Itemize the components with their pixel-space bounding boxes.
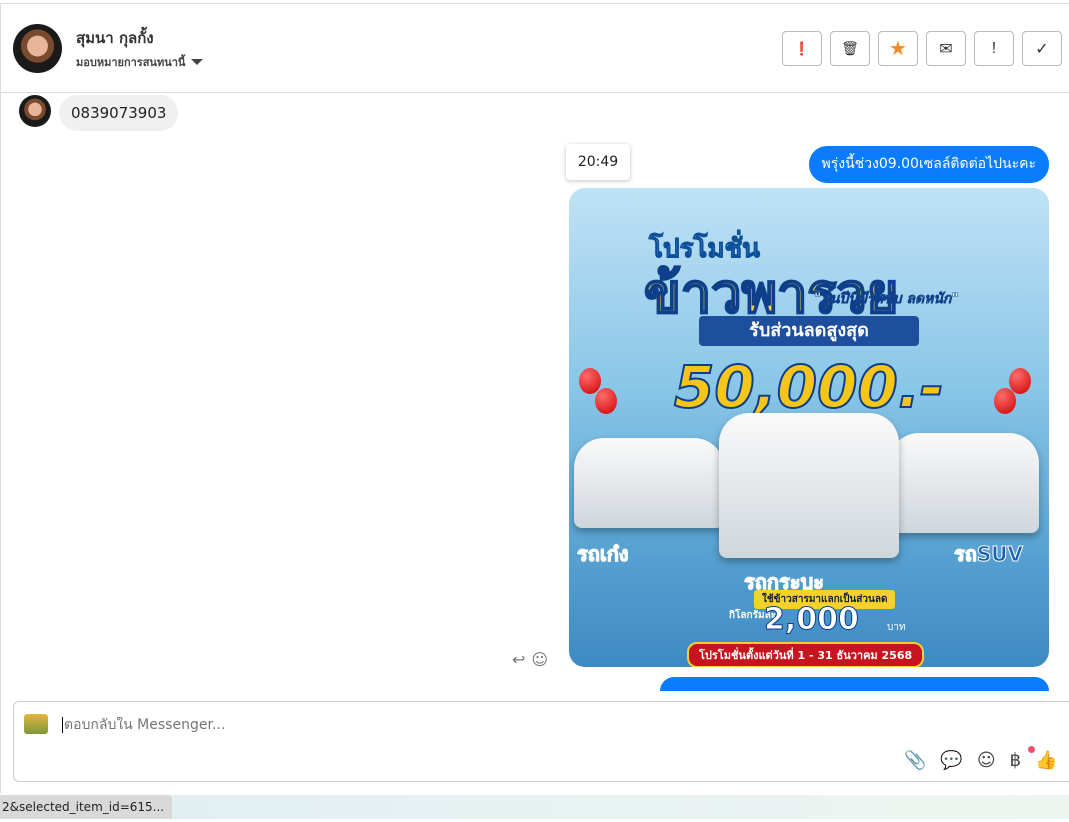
paperclip-icon[interactable]: 📎 [904,750,926,771]
balloon-icon [579,368,601,394]
poster-per-kg-value: 2,000 [764,602,860,638]
smiley-icon[interactable]: ☺ [977,750,996,771]
assign-conversation-dropdown[interactable]: มอบหมายการสนทนานี้ [76,53,204,71]
sender-avatar [19,95,51,127]
baht-icon[interactable]: ฿ [1010,750,1021,771]
star-icon: ★ [889,38,907,60]
promo-image-attachment[interactable]: โปรโมชั่น ข้าวพารวย "สิ้นปีนี้มีรถขับ ลด… [569,188,1049,667]
poster-tagline: "สิ้นปีนี้มีรถขับ ลดหนัก" [814,291,959,308]
reply-icon[interactable]: ↩ [512,650,525,669]
poster-sedan-label: รถเก๋ง [577,542,630,567]
status-url: 2&selected_item_id=615... [0,795,173,819]
outgoing-message: พรุ่งนี้ช่วง09.00เซลล์ติดต่อไปนะคะ [808,146,1049,183]
assign-label: มอบหมายการสนทนานี้ [76,56,186,69]
poster-baht: บาท [887,622,906,633]
pickup-truck-image [719,413,899,558]
mark-spam-button[interactable]: ❗ [782,31,822,66]
sedan-car-image [574,438,724,528]
notification-dot [1028,746,1035,753]
incoming-message: 0839073903 [59,95,179,131]
suv-car-image [889,433,1039,533]
thumbs-up-icon[interactable]: 👍 [1035,750,1057,771]
caret-down-icon [191,59,204,65]
conversation-header: สุมนา กุลกั้ง มอบหมายการสนทนานี้ ❗ 🗑 ★ ✉… [0,4,1069,93]
envelope-icon: ✉ [939,40,953,58]
page-logo [24,714,48,734]
poster-discount-label: รับส่วนลดสูงสุด [699,316,919,346]
react-smiley-icon[interactable]: ☺ [531,650,548,669]
reply-composer: 📎 💬 ☺ ฿ 👍 [13,701,1069,782]
star-button[interactable]: ★ [878,31,918,66]
poster-suv-label: รถSUV [954,542,1024,567]
contact-name: สุมนา กุลกั้ง [76,29,154,47]
alert-circle-icon: ❗ [793,40,811,56]
mark-done-button[interactable]: ✓ [1022,31,1062,66]
trash-icon: 🗑 [841,40,859,56]
delete-button[interactable]: 🗑 [830,31,870,66]
mark-unread-button[interactable]: ✉ [926,31,966,66]
contact-avatar[interactable] [13,24,62,73]
left-divider [0,3,1,793]
balloon-icon [595,388,617,414]
balloon-icon [994,388,1016,414]
message-reactions: ↩ ☺ [512,650,548,669]
follow-up-button[interactable]: ! [974,31,1014,66]
composer-tools: 📎 💬 ☺ ฿ 👍 [904,746,1057,771]
check-icon: ✓ [1035,40,1049,58]
chat-icon[interactable]: 💬 [940,750,962,771]
header-actions: ❗ 🗑 ★ ✉ ! ✓ [782,31,1062,66]
poster-period: โปรโมชั่นตั้งแต่วันที่ 1 - 31 ธันวาคม 25… [687,642,925,667]
reply-input[interactable] [62,717,462,733]
exclamation-icon: ! [991,39,997,57]
message-timestamp-tooltip: 20:49 [566,144,630,180]
outgoing-message-partial [660,677,1049,691]
balloon-icon [1009,368,1031,394]
poster-discount-value: 50,000.- [673,352,945,422]
